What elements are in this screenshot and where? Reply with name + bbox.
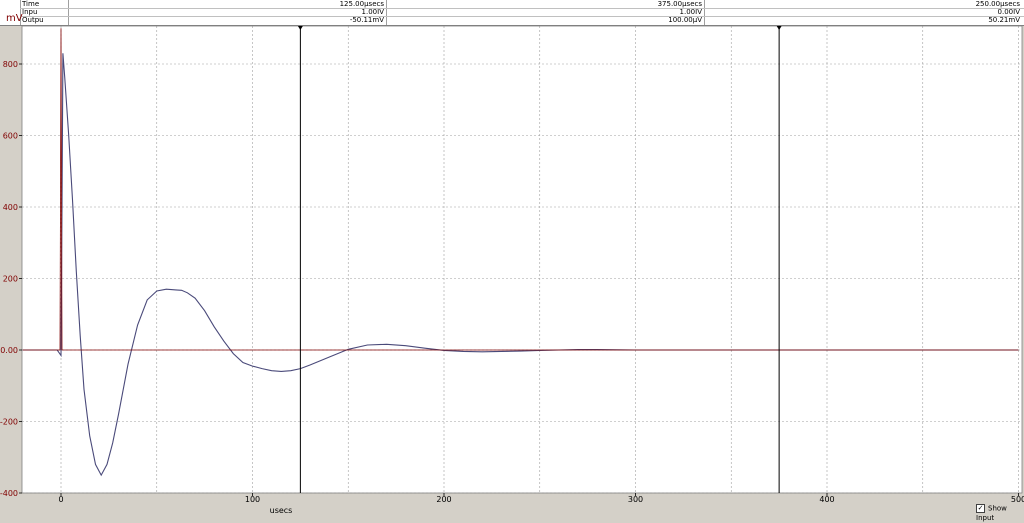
x-axis: 0 100 200 300 400 500	[58, 493, 1024, 504]
plot-area	[22, 26, 1022, 493]
y-tick-label: -200	[0, 418, 18, 427]
y-tick-label: 200	[3, 275, 18, 284]
x-tick-label: 500	[1011, 495, 1024, 504]
y-unit-label: mV	[6, 13, 23, 24]
checkbox-check-icon[interactable]: ✓	[976, 504, 985, 513]
x-tick-label: 200	[436, 495, 451, 504]
x-tick-label: 400	[819, 495, 834, 504]
y-tick-label: -400	[0, 489, 18, 498]
y-tick-label: 0.00	[0, 346, 18, 355]
y-tick-label: 600	[3, 132, 18, 141]
x-axis-label: usecs	[270, 506, 293, 515]
y-tick-label: 400	[3, 203, 18, 212]
x-tick-label: 0	[58, 495, 63, 504]
x-tick-label: 300	[628, 495, 643, 504]
waveform-plot[interactable]: -400 -200 0.00 200 400 600 800 0 100 200 300 400 50…	[0, 0, 1024, 516]
y-axis: -400 -200 0.00 200 400 600 800	[0, 60, 22, 498]
y-tick-label: 800	[3, 60, 18, 69]
x-tick-label: 100	[245, 495, 260, 504]
show-input-checkbox[interactable]: ✓ Show Input	[976, 504, 1024, 523]
